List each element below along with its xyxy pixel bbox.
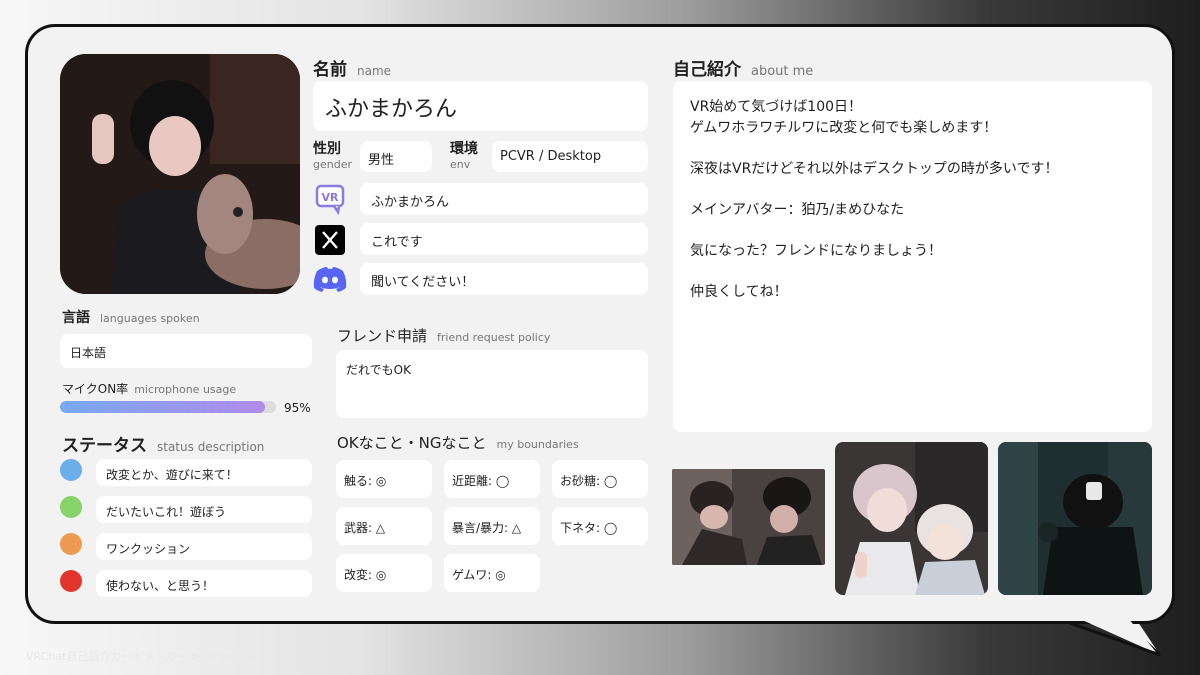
mic-percent: 95%: [284, 401, 311, 415]
boundary-text: 改変: ◎: [344, 568, 387, 582]
env-value: PCVR / Desktop: [500, 149, 602, 164]
status-dot-red: [60, 570, 82, 592]
status-item: だいたいこれ！遊ぼう: [96, 496, 312, 523]
friend-field: だれでもOK: [336, 350, 648, 418]
env-label-en: env: [450, 158, 471, 171]
boundary-text: 触る: ◎: [344, 474, 387, 488]
languages-heading: 言語 languages spoken: [62, 307, 200, 327]
status-label-en: status description: [157, 440, 265, 454]
gallery-photo-3: [998, 442, 1152, 595]
about-line: 気になった？フレンドになりましょう！: [690, 242, 942, 259]
friend-value: だれでもOK: [346, 363, 411, 377]
name-field: ふかまかろん: [313, 81, 648, 131]
env-label: 環境: [450, 141, 478, 157]
boundary-item: 下ネタ: ◯: [552, 507, 648, 545]
about-heading: 自己紹介 about me: [673, 55, 813, 80]
vr-icon-text: VR: [322, 191, 340, 204]
avatar-photo: [60, 54, 300, 294]
status-item: 改変とか、遊びに来て！: [96, 459, 312, 486]
about-line: ゲムワホラワチルワに改変と何でも楽しめます！: [690, 119, 998, 136]
about-line: 仲良くしてね！: [690, 283, 788, 300]
name-label-en: name: [357, 64, 392, 78]
gender-field: 男性: [360, 141, 432, 172]
mic-label: マイクON率: [62, 382, 129, 396]
name-heading: 名前 name: [313, 55, 391, 80]
about-label-en: about me: [751, 64, 814, 79]
gender-label: 性別: [313, 141, 341, 157]
boundary-text: 近距離: ◯: [452, 474, 510, 488]
languages-field: 日本語: [60, 334, 312, 368]
about-line: VR始めて気づけば100日！: [690, 99, 863, 115]
status-dot-blue: [60, 459, 82, 481]
name-value: ふかまかろん: [325, 97, 458, 122]
status-dot-green: [60, 496, 82, 518]
about-line-blank: [690, 220, 1058, 241]
boundaries-heading: OKなこと・NGなこと my boundaries: [337, 432, 579, 453]
vrchat-name: ふかまかろん: [371, 195, 450, 210]
about-line: メインアバター：狛乃/まめひなた: [690, 201, 905, 218]
friend-heading: フレンド申請 friend request policy: [337, 325, 550, 346]
boundary-item: 近距離: ◯: [444, 460, 540, 498]
status-text: 改変とか、遊びに来て！: [106, 468, 238, 482]
boundary-text: 武器: △: [344, 521, 386, 535]
mic-bar-track: [60, 401, 276, 413]
status-item: ワンクッション: [96, 533, 312, 560]
name-label: 名前: [313, 60, 347, 80]
languages-label-en: languages spoken: [100, 312, 200, 325]
about-text: VR始めて気づけば100日！ ゲムワホラワチルワに改変と何でも楽しめます！ 深夜…: [690, 97, 1058, 302]
vrchat-field: ふかまかろん: [360, 183, 648, 215]
gender-label-en: gender: [313, 158, 352, 171]
boundary-item: お砂糖: ◯: [552, 460, 648, 498]
gender-value: 男性: [368, 153, 395, 168]
about-line: 深夜はVRだけどそれ以外はデスクトップの時が多いです！: [690, 160, 1059, 177]
status-dot-orange: [60, 533, 82, 555]
mic-heading: マイクON率 microphone usage: [62, 378, 236, 397]
x-account: これです: [371, 235, 423, 250]
status-item: 使わない、と思う！: [96, 570, 312, 597]
boundary-item: 武器: △: [336, 507, 432, 545]
boundary-item: 触る: ◎: [336, 460, 432, 498]
boundaries-label: OKなこと・NGなこと: [337, 434, 487, 452]
x-icon: [315, 225, 345, 255]
discord-value: 聞いてください！: [371, 275, 475, 290]
status-heading: ステータス status description: [62, 431, 264, 456]
about-label: 自己紹介: [673, 60, 741, 80]
friend-label: フレンド申請: [337, 327, 428, 345]
boundary-text: 下ネタ: ◯: [560, 521, 618, 535]
gallery-photo-1: [672, 469, 825, 565]
boundary-item: 暴言/暴力: △: [444, 507, 540, 545]
gallery-photo-2: [835, 442, 988, 595]
about-line-blank: [690, 261, 1058, 282]
boundaries-label-en: my boundaries: [496, 438, 579, 451]
status-text: だいたいこれ！遊ぼう: [106, 505, 227, 519]
about-field: VR始めて気づけば100日！ ゲムワホラワチルワに改変と何でも楽しめます！ 深夜…: [673, 81, 1152, 432]
boundary-text: 暴言/暴力: △: [452, 521, 522, 535]
boundary-text: ゲムワ: ◎: [452, 568, 506, 582]
gender-heading: 性別 gender: [313, 142, 352, 172]
mic-bar-fill: [60, 401, 266, 413]
x-field: これです: [360, 223, 648, 255]
languages-label: 言語: [62, 310, 90, 326]
boundary-item: 改変: ◎: [336, 554, 432, 592]
mic-label-en: microphone usage: [134, 383, 237, 396]
env-heading: 環境 env: [450, 142, 478, 172]
vrchat-icon: VR: [314, 183, 346, 216]
discord-icon: [313, 265, 347, 293]
languages-value: 日本語: [70, 346, 107, 360]
about-line-blank: [690, 179, 1058, 200]
status-text: ワンクッション: [106, 542, 191, 556]
boundary-item: ゲムワ: ◎: [444, 554, 540, 592]
status-text: 使わない、と思う！: [106, 579, 215, 593]
about-line-blank: [690, 138, 1058, 159]
discord-field: 聞いてください！: [360, 263, 648, 295]
boundary-text: お砂糖: ◯: [560, 474, 618, 488]
status-label: ステータス: [62, 436, 147, 456]
env-field: PCVR / Desktop: [492, 141, 648, 172]
friend-label-en: friend request policy: [437, 331, 551, 344]
footer-credit: VRChat自己紹介カードメーカー by @yota3d: [26, 650, 258, 663]
